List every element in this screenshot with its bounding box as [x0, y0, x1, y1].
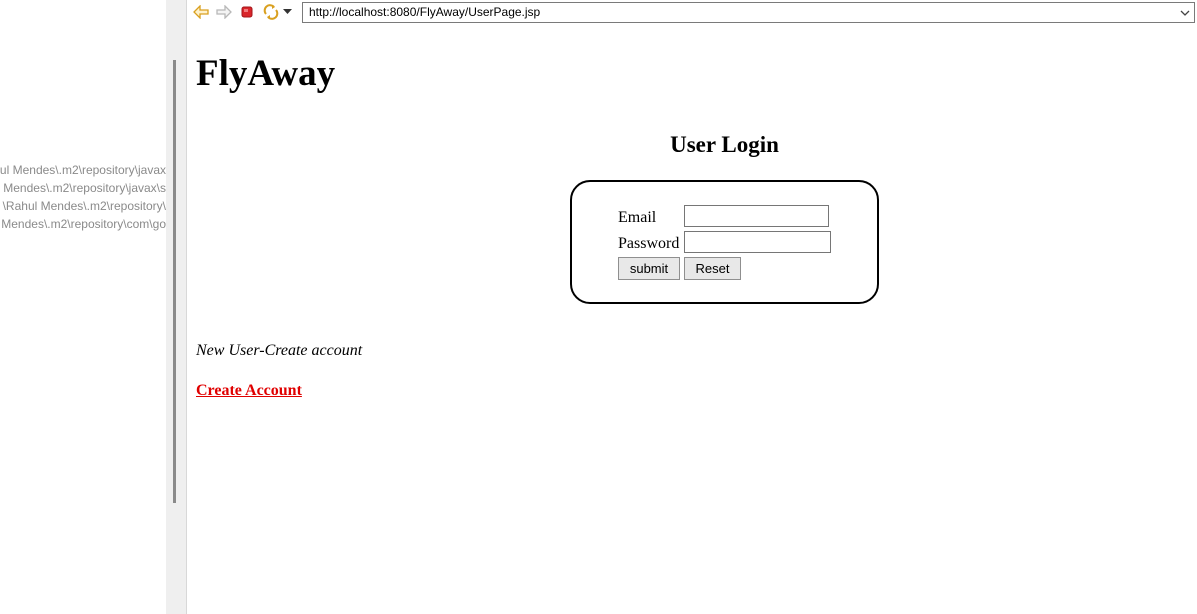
back-arrow-icon[interactable] [192, 3, 210, 21]
dropdown-arrow-icon[interactable] [281, 3, 293, 21]
console-line: Mendes\.m2\repository\javax\s [3, 181, 166, 195]
new-user-text: New User-Create account [196, 342, 363, 359]
email-label: Email [618, 209, 657, 226]
console-line: \Rahul Mendes\.m2\repository\ [2, 199, 166, 213]
email-field[interactable] [684, 205, 829, 227]
panel-divider[interactable] [166, 0, 187, 614]
console-line: Mendes\.m2\repository\com\go [1, 217, 166, 231]
page-title: FlyAway [196, 53, 336, 94]
address-bar[interactable]: http://localhost:8080/FlyAway/UserPage.j… [302, 2, 1195, 23]
login-form: Email Password submit Reset [570, 180, 879, 304]
create-account-link[interactable]: Create Account [196, 381, 302, 401]
address-bar-url[interactable]: http://localhost:8080/FlyAway/UserPage.j… [309, 5, 540, 19]
chevron-down-icon[interactable] [1179, 6, 1191, 18]
vertical-scrollbar[interactable] [173, 60, 176, 503]
submit-button[interactable]: submit [618, 257, 680, 280]
console-panel: hul Mendes\.m2\repository\javax Mendes\.… [0, 0, 166, 614]
forward-arrow-icon[interactable] [215, 3, 233, 21]
stop-icon[interactable] [238, 3, 256, 21]
password-field[interactable] [684, 231, 831, 253]
login-heading: User Login [670, 132, 779, 157]
reset-button[interactable]: Reset [684, 257, 741, 280]
password-label: Password [618, 235, 680, 252]
refresh-icon[interactable] [262, 3, 280, 21]
console-line: hul Mendes\.m2\repository\javax [0, 163, 166, 177]
